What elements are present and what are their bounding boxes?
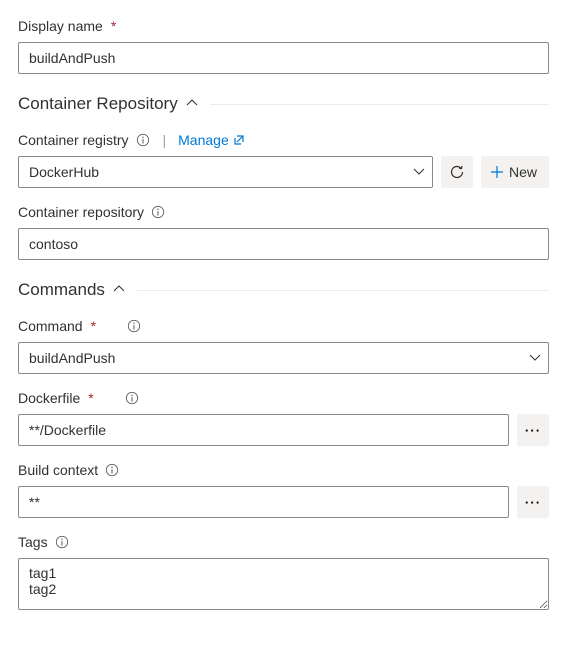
container-repository-label: Container repository: [18, 204, 144, 220]
command-select-wrapper: buildAndPush: [18, 342, 549, 374]
separator: |: [163, 132, 167, 148]
dockerfile-label-row: Dockerfile *: [18, 390, 549, 406]
chevron-up-icon: [113, 282, 125, 298]
container-registry-field: Container registry | Manage DockerHub Ne…: [18, 132, 549, 188]
container-repository-section-title: Container Repository: [18, 94, 178, 114]
info-icon[interactable]: [150, 204, 166, 220]
build-context-input[interactable]: [18, 486, 509, 518]
container-registry-label-row: Container registry | Manage: [18, 132, 549, 148]
info-icon[interactable]: [104, 462, 120, 478]
dockerfile-browse-button[interactable]: ···: [517, 414, 549, 446]
info-icon[interactable]: [126, 318, 142, 334]
container-repository-label-row: Container repository: [18, 204, 549, 220]
tags-field: Tags: [18, 534, 549, 613]
new-button[interactable]: New: [481, 156, 549, 188]
command-field: Command * buildAndPush: [18, 318, 549, 374]
commands-section-header[interactable]: Commands: [18, 280, 549, 300]
container-repository-section-header[interactable]: Container Repository: [18, 94, 549, 114]
refresh-button[interactable]: [441, 156, 473, 188]
container-repository-input[interactable]: [18, 228, 549, 260]
dockerfile-label: Dockerfile: [18, 390, 80, 406]
info-icon[interactable]: [124, 390, 140, 406]
plus-icon: [489, 164, 505, 180]
dockerfile-field: Dockerfile * ···: [18, 390, 549, 446]
build-context-field: Build context ···: [18, 462, 549, 518]
container-registry-value: DockerHub: [29, 164, 99, 180]
manage-link[interactable]: Manage: [178, 132, 245, 148]
build-context-label: Build context: [18, 462, 98, 478]
section-divider: [137, 290, 549, 291]
section-divider: [210, 104, 549, 105]
ellipsis-icon: ···: [525, 423, 541, 438]
ellipsis-icon: ···: [525, 495, 541, 510]
display-name-field: Display name *: [18, 18, 549, 74]
command-label: Command: [18, 318, 83, 334]
required-indicator: *: [111, 18, 116, 34]
dockerfile-row: ···: [18, 414, 549, 446]
build-context-label-row: Build context: [18, 462, 549, 478]
container-registry-label: Container registry: [18, 132, 129, 148]
tags-textarea[interactable]: [18, 558, 549, 610]
refresh-icon: [449, 164, 465, 180]
container-registry-select[interactable]: DockerHub: [18, 156, 433, 188]
new-button-label: New: [509, 164, 537, 180]
info-icon[interactable]: [135, 132, 151, 148]
container-registry-row: DockerHub New: [18, 156, 549, 188]
display-name-label-row: Display name *: [18, 18, 549, 34]
tags-label-row: Tags: [18, 534, 549, 550]
required-indicator: *: [88, 390, 93, 406]
commands-section-title: Commands: [18, 280, 105, 300]
chevron-up-icon: [186, 96, 198, 112]
info-icon[interactable]: [54, 534, 70, 550]
command-label-row: Command *: [18, 318, 549, 334]
display-name-label: Display name: [18, 18, 103, 34]
manage-link-text: Manage: [178, 132, 229, 148]
command-value: buildAndPush: [29, 350, 115, 366]
build-context-row: ···: [18, 486, 549, 518]
container-repository-field: Container repository: [18, 204, 549, 260]
build-context-browse-button[interactable]: ···: [517, 486, 549, 518]
command-select[interactable]: buildAndPush: [18, 342, 549, 374]
required-indicator: *: [91, 318, 96, 334]
display-name-input[interactable]: [18, 42, 549, 74]
external-link-icon: [233, 134, 245, 146]
dockerfile-input[interactable]: [18, 414, 509, 446]
container-registry-select-wrapper: DockerHub: [18, 156, 433, 188]
tags-label: Tags: [18, 534, 48, 550]
